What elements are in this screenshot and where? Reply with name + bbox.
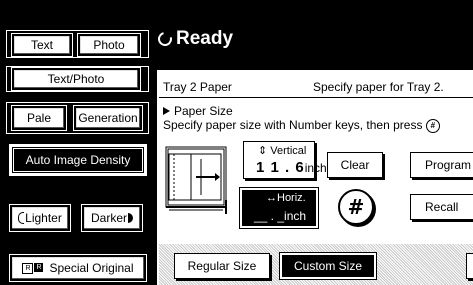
text-photo-label: Text/Photo <box>47 72 105 86</box>
vertical-number: 1 1 . 6 <box>256 159 305 176</box>
lighter-icon <box>18 212 25 224</box>
clear-label: Clear <box>340 158 370 172</box>
horizontal-unit: inch <box>284 209 307 223</box>
lighter-button[interactable]: Lighter <box>9 204 71 232</box>
lighter-label: Lighter <box>25 211 62 225</box>
vertical-unit: inch <box>304 161 327 175</box>
program-label: Program <box>425 158 472 172</box>
text-mode-button[interactable]: Text <box>11 33 73 57</box>
regular-size-tab[interactable]: Regular Size <box>174 253 270 279</box>
text-mode-label: Text <box>30 38 53 52</box>
regular-size-label: Regular Size <box>187 259 257 273</box>
updown-arrow-icon: ⇕ <box>258 145 268 157</box>
horizontal-label: Horiz. <box>277 192 306 204</box>
paper-size-heading: Paper Size <box>163 104 233 118</box>
hash-label: # <box>347 195 365 219</box>
recall-label: Recall <box>425 200 459 214</box>
arrow-right-icon <box>163 107 170 115</box>
darker-label: Darker <box>90 211 127 225</box>
special-original-label: Special Original <box>49 261 134 275</box>
special-original-icon: R R <box>22 262 44 274</box>
program-button[interactable]: Program <box>410 152 473 178</box>
specify-message: Specify paper for Tray 2. <box>313 80 444 94</box>
hash-button[interactable]: # <box>338 189 374 225</box>
pale-button[interactable]: Pale <box>11 105 67 131</box>
auto-image-density-button[interactable]: Auto Image Density <box>9 144 147 176</box>
pale-label: Pale <box>26 111 52 125</box>
divider <box>159 97 473 98</box>
horizontal-heading: ↔Horiz. <box>266 192 306 204</box>
more-tab[interactable] <box>466 253 473 279</box>
status-text: Ready <box>176 28 234 49</box>
custom-size-label: Custom Size <box>293 259 363 273</box>
darker-button[interactable]: Darker <box>81 204 143 232</box>
paper-size-label: Paper Size <box>174 104 233 118</box>
hash-key-icon: # <box>425 118 440 133</box>
special-original-button[interactable]: R R Special Original <box>9 254 147 282</box>
darker-icon <box>128 213 133 223</box>
text-photo-button[interactable]: Text/Photo <box>11 67 141 91</box>
horizontal-field[interactable]: ↔Horiz. __ . _inch <box>239 187 319 229</box>
generation-button[interactable]: Generation <box>73 105 143 131</box>
generation-label: Generation <box>78 111 138 125</box>
left-panel: Text Photo Text/Photo Pale Generation Au… <box>0 0 152 285</box>
photo-mode-button[interactable]: Photo <box>77 33 141 57</box>
tray-label: Tray 2 Paper <box>163 80 232 94</box>
vertical-label: Vertical <box>270 145 307 157</box>
custom-size-tab[interactable]: Custom Size <box>279 252 377 280</box>
paper-diagram-icon <box>163 142 233 214</box>
auto-image-density-label: Auto Image Density <box>25 153 131 167</box>
recall-button[interactable]: Recall <box>410 194 473 220</box>
vertical-value: 1 1 . 6inch <box>256 159 327 176</box>
horizontal-value: __ . _inch <box>254 209 306 223</box>
photo-mode-label: Photo <box>93 38 125 52</box>
leftright-arrow-icon: ↔ <box>266 192 277 204</box>
horizontal-number: __ . _ <box>254 209 285 223</box>
instruction-text: Specify paper size with Number keys, the… <box>163 118 423 132</box>
vertical-heading: ⇕ Vertical <box>258 144 306 157</box>
instruction-line: Specify paper size with Number keys, the… <box>163 118 440 133</box>
clear-button[interactable]: Clear <box>327 152 383 178</box>
vertical-field[interactable]: ⇕ Vertical 1 1 . 6inch <box>243 141 327 179</box>
